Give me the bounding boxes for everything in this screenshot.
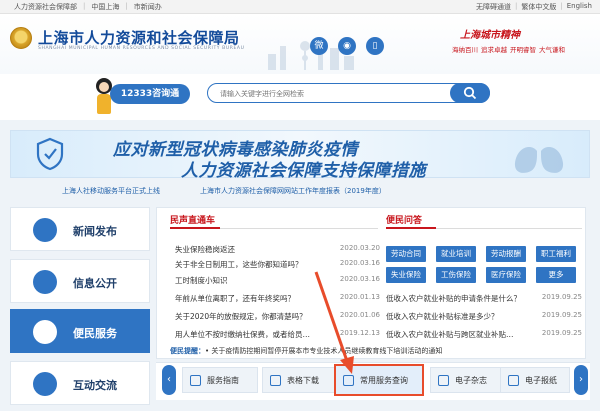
search-box	[207, 83, 490, 103]
site-subtitle: SHANGHAI MUNICIPAL HUMAN RESOURCES AND S…	[38, 46, 245, 51]
search-button[interactable]	[450, 83, 490, 103]
carousel-prev-button[interactable]: ‹	[162, 365, 176, 395]
service-label: 电子杂志	[455, 376, 487, 385]
qa-item[interactable]: 低收入农户就业补贴标准是多少？ 2019.09.25	[386, 310, 586, 323]
separator: |	[515, 2, 518, 10]
nav-label: 信息公开	[73, 277, 117, 290]
lungs-icon	[514, 137, 564, 173]
section-divider	[386, 227, 582, 229]
news-icon	[33, 218, 57, 242]
service-label: 常用服务查询	[360, 376, 408, 385]
qa-title: 低收入农户就业补贴与跨区就业补贴…	[386, 330, 514, 339]
wechat-icon[interactable]: ◉	[338, 37, 356, 55]
newspaper-icon	[508, 375, 519, 386]
nav-info-disclosure[interactable]: 信息公开	[10, 259, 150, 303]
chip-labor-contract[interactable]: 劳动合同	[386, 246, 426, 262]
slogan-title: 上海城市精神	[460, 30, 520, 41]
people-icon	[33, 320, 57, 344]
chip-employment-training[interactable]: 就业培训	[436, 246, 476, 262]
news-title: 失业保险稳岗返还	[175, 245, 235, 254]
e-newspaper-button[interactable]: 电子报纸	[500, 367, 570, 393]
qa-item[interactable]: 低收入农户就业补贴的申请条件是什么？ 2019.09.25	[386, 292, 586, 305]
section-title-qa[interactable]: 便民问答	[386, 213, 422, 226]
site-title[interactable]: 上海市人力资源和社会保障局	[38, 27, 240, 48]
qa-title: 低收入农户就业补贴标准是多少？	[386, 312, 499, 321]
hotline-12333-button[interactable]: 12333咨询通	[110, 84, 190, 104]
magazine-icon	[438, 375, 449, 386]
slogans: 海纳百川 追求卓越 开明睿智 大气谦和	[452, 44, 565, 54]
weibo-icon[interactable]: 微	[310, 37, 328, 55]
bureau-emblem-icon[interactable]	[10, 27, 32, 49]
chip-unemployment[interactable]: 失业保险	[386, 267, 426, 283]
separator: |	[125, 2, 128, 10]
service-label: 电子报纸	[525, 376, 557, 385]
chip-more[interactable]: 更多	[536, 267, 576, 283]
covid-banner[interactable]: 应对新型冠状病毒感染肺炎疫情 人力资源社会保障支持保障措施	[10, 130, 590, 181]
nav-convenience-service[interactable]: 便民服务	[10, 309, 150, 353]
link-china-shanghai[interactable]: 中国上海	[91, 2, 119, 12]
reminder-label: 便民提醒：	[170, 347, 205, 355]
notice-bar: 上海人社移动服务平台正式上线 上海市人力资源社会保障网网站工作年度报表（2019…	[0, 184, 600, 198]
news-date: 2020.03.20	[339, 244, 380, 252]
search-icon	[463, 86, 477, 100]
carousel-next-button[interactable]: ›	[574, 365, 588, 395]
link-accessibility[interactable]: 无障碍通道	[476, 2, 511, 12]
qa-item[interactable]: 低收入农户就业补贴与跨区就业补贴… 2019.09.25	[386, 328, 586, 341]
notice-link[interactable]: 上海市人力资源社会保障网网站工作年度报表（2019年度）	[200, 186, 386, 196]
link-mohrss[interactable]: 人力资源社会保障部	[14, 2, 77, 12]
mobile-icon[interactable]: ▯	[366, 37, 384, 55]
nav-label: 便民服务	[73, 327, 117, 340]
link-traditional-chinese[interactable]: 繁体中文版	[521, 2, 556, 12]
chip-welfare[interactable]: 职工福利	[536, 246, 576, 262]
qa-title: 低收入农户就业补贴的申请条件是什么？	[386, 294, 521, 303]
download-icon	[270, 375, 281, 386]
qa-date: 2019.09.25	[541, 329, 582, 337]
separator: |	[83, 2, 86, 10]
search-input[interactable]	[220, 86, 440, 101]
section-title-voice[interactable]: 民声直通车	[170, 213, 215, 226]
chat-icon	[33, 372, 57, 396]
guide-icon	[190, 375, 201, 386]
banner-line-2: 人力资源社会保障支持保障措施	[181, 161, 426, 181]
shield-icon	[36, 137, 64, 171]
slogan: 追求卓越	[481, 46, 507, 54]
chip-labor-pay[interactable]: 劳动报酬	[486, 246, 526, 262]
top-bar: 人力资源社会保障部 | 中国上海 | 市新闻办 无障碍通道 | 繁体中文版 | …	[0, 0, 600, 14]
qa-date: 2019.09.25	[541, 311, 582, 319]
chip-injury[interactable]: 工伤保险	[436, 267, 476, 283]
reminder-line[interactable]: 便民提醒：• 关于疫情防控期间暂停开展本市专业技术人员继续教育线下培训活动的通知	[170, 346, 590, 358]
qa-date: 2019.09.25	[541, 293, 582, 301]
chip-medical[interactable]: 医疗保险	[486, 267, 526, 283]
slogan: 开明睿智	[510, 46, 536, 54]
nav-interaction[interactable]: 互动交流	[10, 361, 150, 405]
annotation-arrow-icon	[314, 271, 354, 374]
section-divider	[170, 227, 378, 229]
slogan: 海纳百川	[452, 46, 478, 54]
news-item[interactable]: 失业保险稳岗返还 2020.03.20	[170, 243, 380, 256]
link-english[interactable]: English	[567, 2, 592, 12]
info-icon	[33, 270, 57, 294]
e-magazine-button[interactable]: 电子杂志	[430, 367, 506, 393]
nav-label: 互动交流	[73, 379, 117, 392]
slogan: 大气谦和	[539, 46, 565, 54]
nav-label: 新闻发布	[73, 225, 117, 238]
separator: |	[560, 2, 563, 10]
news-date: 2020.03.16	[339, 259, 380, 267]
service-guide-button[interactable]: 服务指南	[182, 367, 258, 393]
notice-link[interactable]: 上海人社移动服务平台正式上线	[62, 186, 160, 196]
link-news-office[interactable]: 市新闻办	[134, 2, 162, 12]
service-label: 服务指南	[207, 376, 239, 385]
nav-news-release[interactable]: 新闻发布	[10, 207, 150, 251]
